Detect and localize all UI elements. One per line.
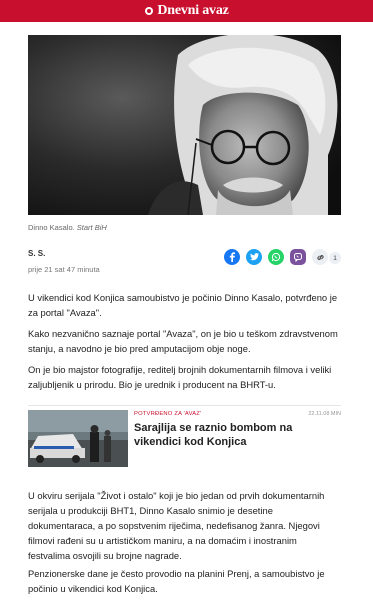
- site-logo[interactable]: Dnevni avaz: [144, 3, 229, 19]
- link-icon[interactable]: [312, 249, 328, 265]
- avaz-logo-icon: [144, 6, 154, 16]
- article-paragraph: U vikendici kod Konjica samoubistvo je p…: [28, 292, 338, 318]
- article-paragraph: On je bio majstor fotografije, reditelj …: [28, 364, 332, 390]
- article-meta: S. S. prije 21 sat 47 minuta 1: [28, 249, 341, 274]
- article-photo: [28, 35, 341, 215]
- article-paragraph: U okviru serijala "Život i ostalo" koji …: [28, 490, 325, 561]
- share-bar: [224, 249, 328, 265]
- caption-source: Start BiH: [76, 223, 107, 232]
- related-article-time: 22.11.08 MIN: [308, 411, 341, 417]
- related-article-tag: POTVRĐENO ZA 'AVAZ': [134, 411, 202, 417]
- share-count-badge: 1: [329, 252, 341, 264]
- caption-name: Dinno Kasalo.: [28, 223, 75, 232]
- site-name: Dnevni avaz: [157, 3, 229, 18]
- related-article-image[interactable]: [28, 410, 128, 467]
- photo-caption: Dinno Kasalo. Start BiH: [28, 223, 107, 232]
- viber-icon[interactable]: [290, 249, 306, 265]
- article-paragraph: Kako nezvanično saznaje portal "Avaza", …: [28, 328, 338, 354]
- facebook-icon[interactable]: [224, 249, 240, 265]
- article-paragraph: Penzionerske dane je često provodio na p…: [28, 568, 325, 594]
- publish-time: prije 21 sat 47 minuta: [28, 265, 100, 274]
- top-bar: Dnevni avaz: [0, 0, 373, 22]
- whatsapp-icon[interactable]: [268, 249, 284, 265]
- related-article-card[interactable]: POTVRĐENO ZA 'AVAZ' 22.11.08 MIN Sarajli…: [28, 405, 341, 467]
- related-article-title[interactable]: Sarajlija se raznio bombom na vikendici …: [134, 421, 339, 449]
- portrait-image: [28, 35, 341, 215]
- twitter-icon[interactable]: [246, 249, 262, 265]
